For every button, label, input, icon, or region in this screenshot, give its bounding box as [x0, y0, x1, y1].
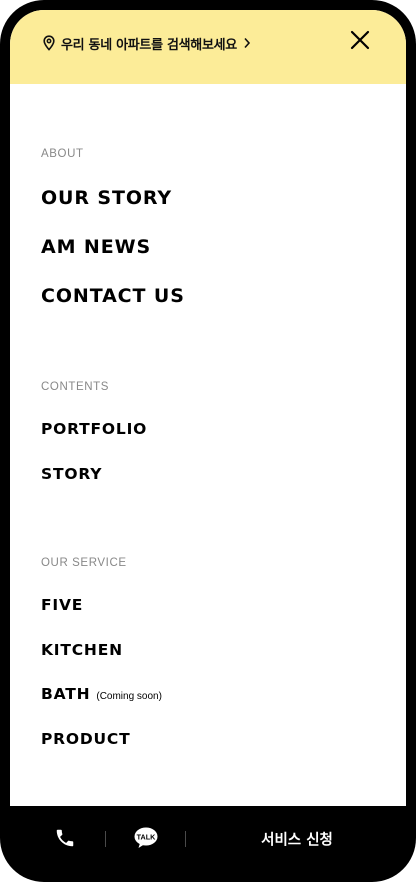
- service-apply-button[interactable]: 서비스 신청: [261, 829, 333, 850]
- chevron-right-icon: [243, 37, 251, 49]
- menu-item-portfolio[interactable]: PORTFOLIO: [41, 420, 147, 438]
- menu-item-five[interactable]: FIVE: [41, 596, 83, 614]
- menu-item-bath-label: BATH: [41, 685, 91, 703]
- section-label-about: ABOUT: [41, 148, 84, 160]
- menu-item-contact-us[interactable]: CONTACT US: [41, 285, 185, 307]
- bottom-action-bar: TALK 서비스 신청: [0, 806, 416, 882]
- bottom-divider: [185, 831, 186, 847]
- top-bar: 우리 동네 아파트를 검색해보세요: [10, 10, 406, 84]
- menu-item-am-news[interactable]: AM NEWS: [41, 236, 151, 258]
- device-frame: 우리 동네 아파트를 검색해보세요 ABOUT OUR STORY AM NEW…: [0, 0, 416, 882]
- section-label-our-service: OUR SERVICE: [41, 557, 127, 569]
- menu-screen: 우리 동네 아파트를 검색해보세요 ABOUT OUR STORY AM NEW…: [10, 10, 406, 806]
- bottom-divider: [105, 831, 106, 847]
- close-icon[interactable]: [348, 28, 372, 52]
- talk-badge-text: TALK: [137, 832, 156, 841]
- coming-soon-note: (Coming soon): [96, 691, 162, 702]
- menu-item-kitchen[interactable]: KITCHEN: [41, 641, 123, 659]
- kakao-talk-icon[interactable]: TALK: [134, 827, 158, 849]
- menu-item-bath[interactable]: BATH (Coming soon): [41, 685, 162, 703]
- menu-item-story[interactable]: STORY: [41, 465, 102, 483]
- map-pin-icon: [42, 35, 56, 51]
- search-prompt-text: 우리 동네 아파트를 검색해보세요: [61, 37, 237, 53]
- menu-item-our-story[interactable]: OUR STORY: [41, 187, 172, 209]
- menu-item-product[interactable]: PRODUCT: [41, 730, 130, 748]
- phone-icon[interactable]: [54, 827, 76, 849]
- section-label-contents: CONTENTS: [41, 381, 110, 393]
- apartment-search-link[interactable]: 우리 동네 아파트를 검색해보세요: [42, 32, 251, 54]
